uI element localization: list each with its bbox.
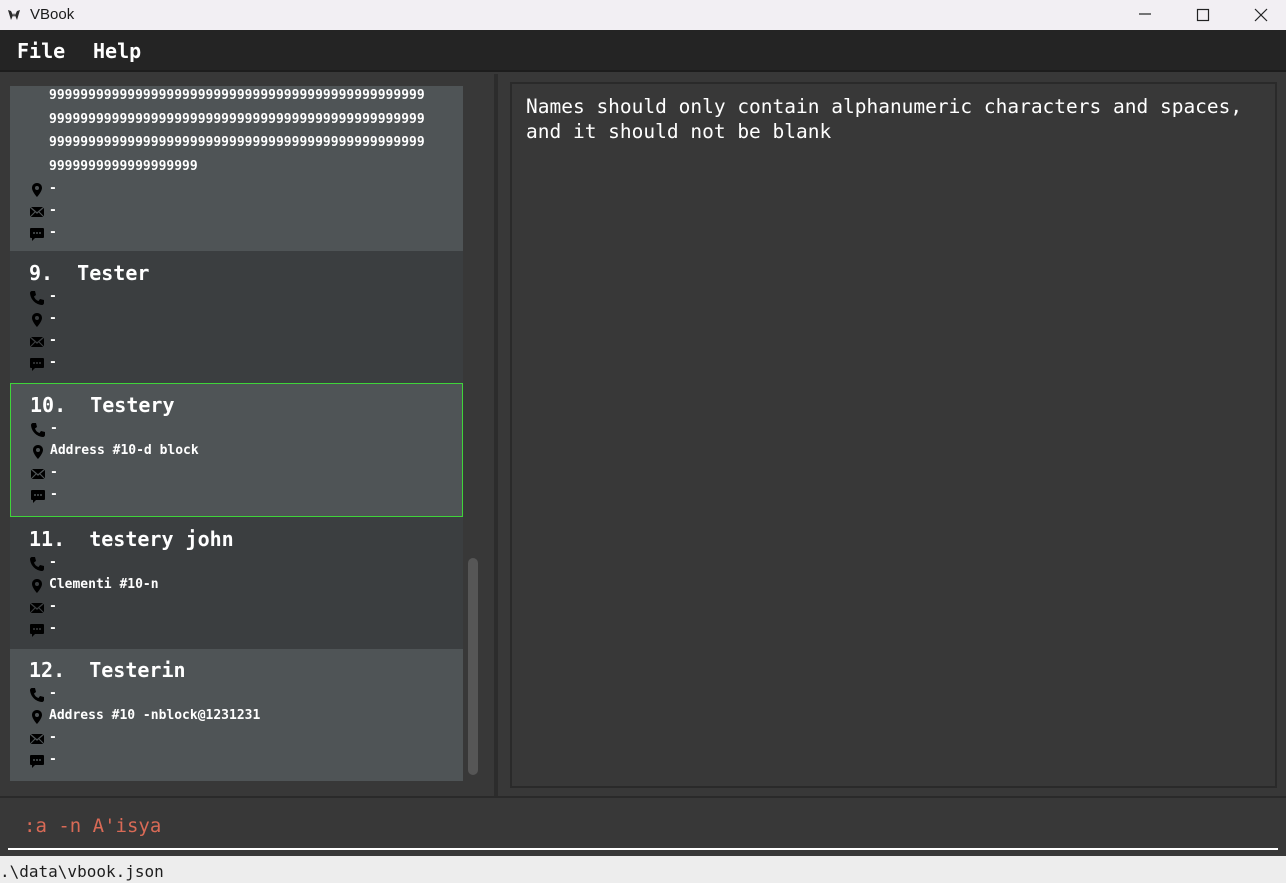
- location-pin-icon: [32, 313, 42, 327]
- command-box: [0, 796, 1286, 854]
- title-bar: VBook: [0, 0, 1286, 30]
- email-value: -: [49, 730, 57, 745]
- phone-icon: [30, 557, 44, 571]
- envelope-icon: [29, 336, 45, 348]
- split-pane: 9999999999999999999999999999999999999999…: [0, 74, 1286, 796]
- maximize-icon: [1196, 8, 1210, 22]
- list-item[interactable]: 11. testery john - Clementi #10-n - -: [10, 517, 463, 649]
- person-name: 12. Testerin: [29, 658, 186, 682]
- phone-line: 9999999999999999999: [49, 158, 198, 174]
- phone-value: -: [50, 421, 58, 436]
- person-name: 11. testery john: [29, 527, 234, 551]
- address-value: -: [49, 181, 57, 196]
- location-pin-icon: [32, 579, 42, 593]
- person-name: 9. Tester: [29, 261, 150, 285]
- menu-file[interactable]: File: [17, 39, 65, 63]
- address-value: -: [49, 311, 57, 326]
- phone-line: 9999999999999999999999999999999999999999…: [49, 88, 425, 103]
- minimize-icon: [1139, 13, 1151, 15]
- menu-help[interactable]: Help: [93, 39, 141, 63]
- phone-value: -: [49, 686, 57, 701]
- person-list[interactable]: 9999999999999999999999999999999999999999…: [10, 86, 463, 781]
- person-name: 10. Testery: [30, 393, 175, 417]
- remark-value: -: [49, 621, 57, 636]
- speech-bubble-icon: [30, 228, 44, 241]
- result-display: Names should only contain alphanumeric c…: [510, 82, 1277, 788]
- envelope-icon: [29, 733, 45, 745]
- window-title: VBook: [30, 6, 75, 23]
- envelope-icon: [29, 602, 45, 614]
- result-message: Names should only contain alphanumeric c…: [526, 95, 1243, 143]
- envelope-icon: [30, 468, 46, 480]
- list-item[interactable]: 9. Tester - - - -: [10, 251, 463, 383]
- close-button[interactable]: [1232, 0, 1286, 30]
- command-input[interactable]: [8, 804, 1278, 850]
- menu-bar: File Help: [0, 30, 1286, 72]
- address-value: Address #10-d block: [50, 443, 199, 458]
- speech-bubble-icon: [31, 490, 45, 503]
- minimize-button[interactable]: [1116, 0, 1174, 30]
- phone-line: 9999999999999999999999999999999999999999…: [49, 135, 425, 150]
- phone-icon: [31, 423, 45, 437]
- phone-line: 9999999999999999999999999999999999999999…: [49, 111, 425, 127]
- remark-value: -: [50, 487, 58, 502]
- envelope-icon: [29, 206, 45, 218]
- email-value: -: [49, 599, 57, 614]
- email-value: -: [49, 333, 57, 348]
- app-logo-icon: [8, 10, 20, 20]
- remark-value: -: [49, 752, 57, 767]
- remark-value: -: [49, 225, 57, 240]
- address-value: Clementi #10-n: [49, 577, 159, 592]
- phone-value: -: [49, 289, 57, 304]
- list-item[interactable]: 12. Testerin - Address #10 -nblock@12312…: [10, 649, 463, 781]
- list-item-selected[interactable]: 10. Testery - Address #10-d block - -: [10, 383, 463, 517]
- person-list-panel: 9999999999999999999999999999999999999999…: [0, 74, 494, 796]
- phone-icon: [30, 291, 44, 305]
- status-bar: .\data\vbook.json: [0, 856, 1286, 883]
- remark-value: -: [49, 355, 57, 370]
- address-value: Address #10 -nblock@1231231: [49, 708, 261, 723]
- close-icon: [1254, 8, 1268, 22]
- speech-bubble-icon: [30, 358, 44, 371]
- phone-value: -: [49, 555, 57, 570]
- email-value: -: [50, 465, 58, 480]
- result-panel: Names should only contain alphanumeric c…: [498, 74, 1286, 796]
- phone-value: 9999999999999999999999999999999999999999…: [49, 86, 425, 178]
- maximize-button[interactable]: [1174, 0, 1232, 30]
- email-value: -: [49, 203, 57, 218]
- phone-icon: [30, 688, 44, 702]
- list-scrollbar-thumb[interactable]: [468, 558, 478, 775]
- location-pin-icon: [32, 710, 42, 724]
- save-file-path: .\data\vbook.json: [0, 862, 164, 881]
- speech-bubble-icon: [30, 624, 44, 637]
- speech-bubble-icon: [30, 755, 44, 768]
- location-pin-icon: [33, 445, 43, 459]
- list-item[interactable]: 9999999999999999999999999999999999999999…: [10, 86, 463, 251]
- location-pin-icon: [32, 183, 42, 197]
